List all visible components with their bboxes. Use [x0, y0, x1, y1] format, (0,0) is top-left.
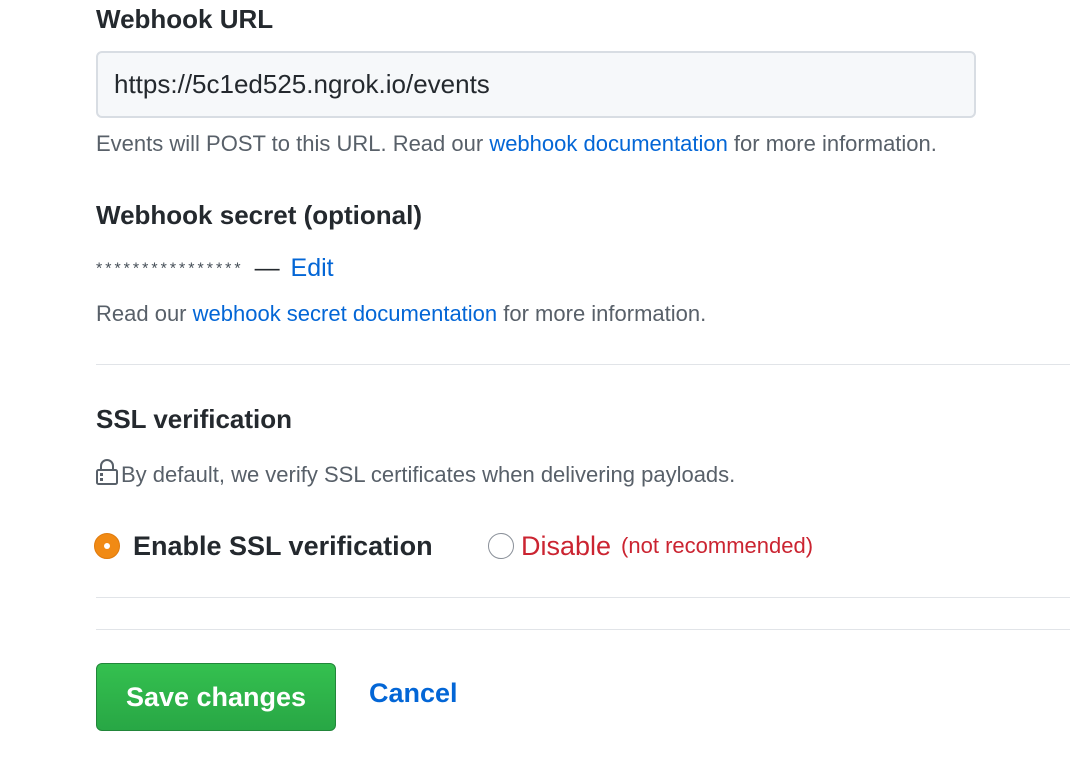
secret-separator: — — [254, 254, 280, 282]
webhook-secret-row: **************** — Edit — [96, 254, 334, 283]
disable-ssl-label: Disable — [521, 530, 612, 561]
section-divider — [96, 364, 1070, 365]
webhook-secret-help: Read our webhook secret documentation fo… — [96, 301, 706, 327]
enable-ssl-radio[interactable] — [94, 533, 120, 559]
webhook-url-input[interactable] — [96, 51, 976, 118]
lock-icon — [95, 458, 119, 492]
ssl-verification-label: SSL verification — [96, 404, 293, 434]
disable-ssl-note: (not recommended) — [621, 533, 814, 558]
enable-ssl-option[interactable]: Enable SSL verification — [94, 528, 433, 564]
webhook-url-help-prefix: Events will POST to this URL. Read our — [96, 131, 490, 156]
webhook-secret-documentation-link[interactable]: webhook secret documentation — [193, 301, 498, 326]
webhook-secret-label: Webhook secret (optional) — [96, 200, 422, 230]
ssl-verification-description: By default, we verify SSL certificates w… — [95, 458, 735, 492]
section-divider — [96, 597, 1070, 598]
webhook-secret-masked: **************** — [96, 260, 244, 278]
edit-secret-link[interactable]: Edit — [291, 254, 334, 282]
webhook-url-help-suffix: for more information. — [727, 131, 937, 156]
webhook-url-label: Webhook URL — [96, 4, 274, 34]
ssl-description-text: By default, we verify SSL certificates w… — [121, 462, 736, 487]
save-changes-button[interactable]: Save changes — [96, 663, 336, 731]
webhook-url-help: Events will POST to this URL. Read our w… — [96, 131, 937, 157]
webhook-secret-help-suffix: for more information. — [497, 301, 707, 326]
webhook-documentation-link[interactable]: webhook documentation — [489, 131, 728, 156]
webhook-secret-help-prefix: Read our — [96, 301, 193, 326]
enable-ssl-label: Enable SSL verification — [133, 530, 433, 561]
cancel-link[interactable]: Cancel — [369, 678, 458, 709]
section-divider — [96, 629, 1070, 630]
disable-ssl-radio[interactable] — [488, 533, 514, 559]
disable-ssl-option[interactable]: Disable (not recommended) — [488, 528, 813, 564]
webhook-settings-form: Webhook URL Events will POST to this URL… — [0, 0, 1070, 772]
